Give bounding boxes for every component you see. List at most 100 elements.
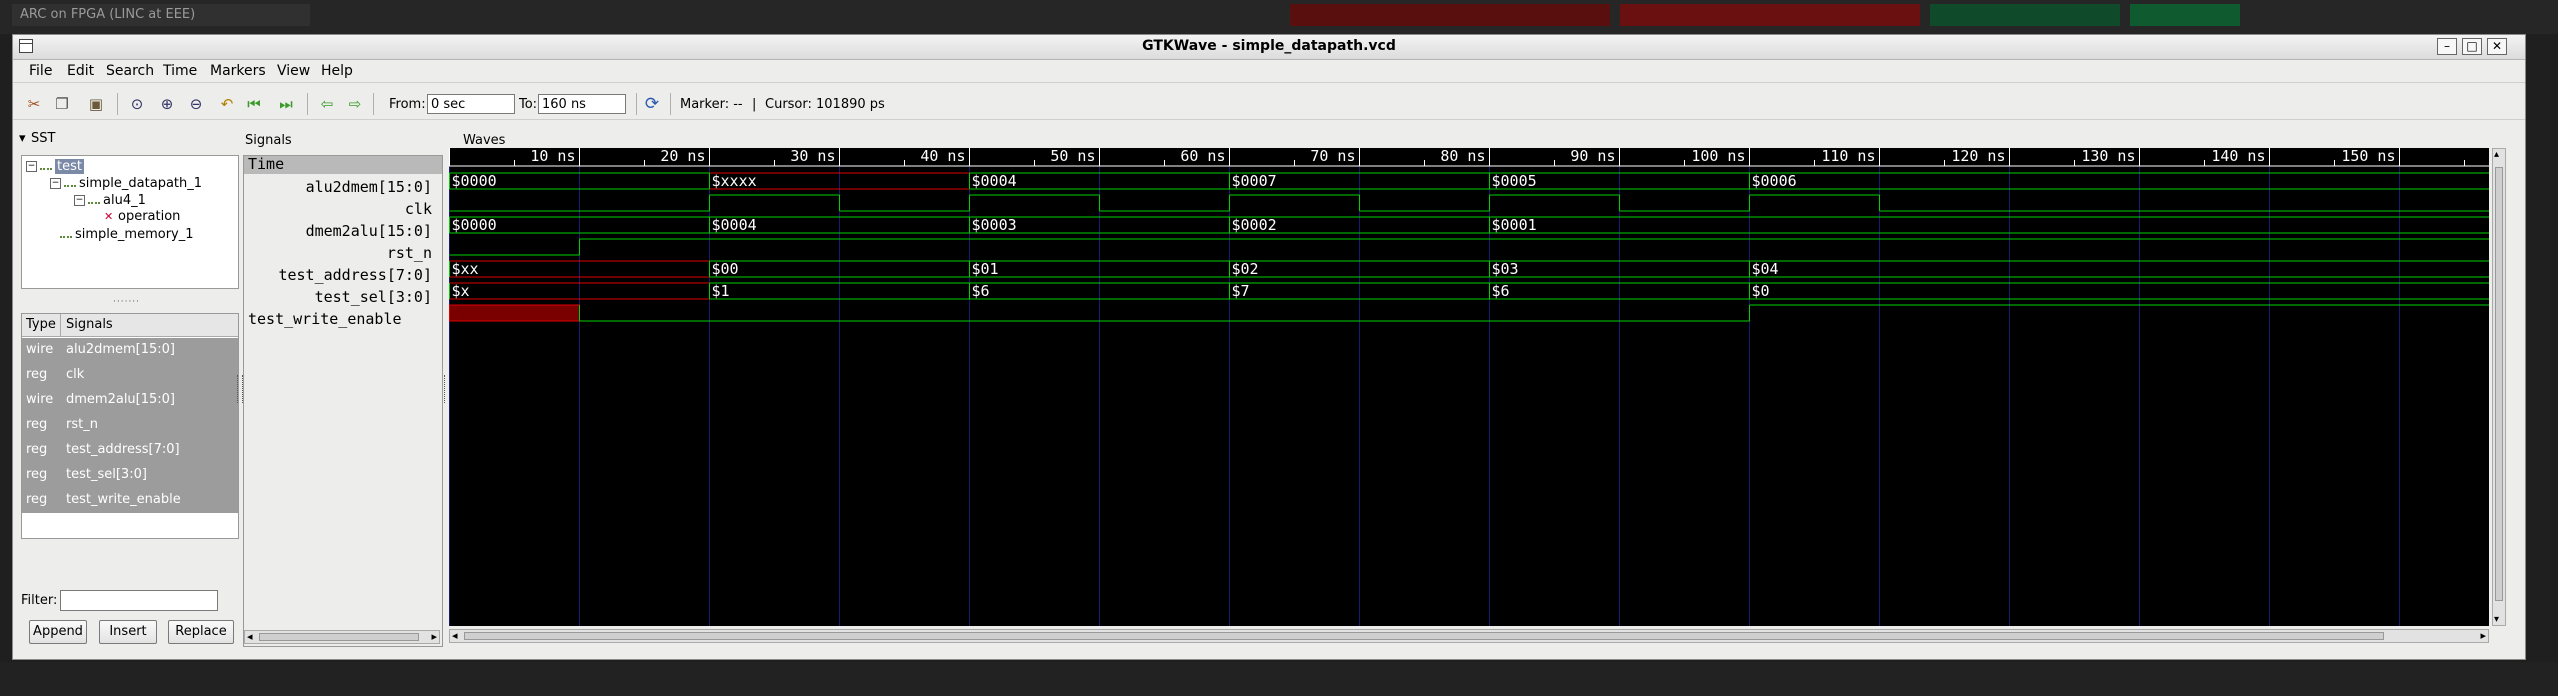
- replace-button[interactable]: Replace: [168, 620, 234, 644]
- signal-label-test-sel[interactable]: test_sel[3:0]: [315, 288, 432, 306]
- collapse-icon[interactable]: −: [26, 161, 37, 172]
- zoom-start-icon[interactable]: ⏮: [245, 95, 263, 113]
- gtkwave-window: GTKWave - simple_datapath.vcd – □ ✕ File…: [12, 34, 2526, 660]
- tree-node-test[interactable]: − test: [26, 158, 84, 174]
- cut-icon[interactable]: ✂: [25, 95, 43, 113]
- readout-separator: |: [752, 97, 757, 112]
- bus-value-label: $0004: [712, 216, 757, 234]
- tree-node-label: operation: [118, 209, 181, 224]
- type-column-header[interactable]: Type: [26, 317, 56, 332]
- from-label: From:: [389, 97, 426, 112]
- table-row[interactable]: reg test_address[7:0]: [22, 438, 238, 463]
- menu-bar: File Edit Search Time Markers View Help: [13, 60, 2525, 83]
- bus-value-label: $0006: [1752, 172, 1797, 190]
- menu-view[interactable]: View: [277, 63, 310, 79]
- minimize-button[interactable]: –: [2437, 38, 2457, 55]
- filter-input[interactable]: [60, 590, 218, 611]
- signal-type: wire: [26, 342, 54, 357]
- waves-vertical-scrollbar[interactable]: ▴ ▾: [2492, 148, 2506, 626]
- background-strip-3: [1930, 4, 2120, 26]
- bus-value-label: $6: [972, 282, 990, 300]
- menu-help[interactable]: Help: [321, 63, 353, 79]
- ruler-tick-label: 80 ns: [1440, 148, 1485, 165]
- to-time-input[interactable]: [538, 94, 626, 114]
- window-title: GTKWave - simple_datapath.vcd: [1142, 38, 1396, 54]
- bus-value-label: $xxxx: [712, 172, 757, 190]
- signal-type: reg: [26, 492, 48, 507]
- tree-node-alu4[interactable]: − alu4_1: [74, 192, 146, 208]
- title-bar[interactable]: GTKWave - simple_datapath.vcd – □ ✕: [13, 35, 2525, 60]
- from-time-input[interactable]: [427, 94, 515, 114]
- to-label: To:: [519, 97, 538, 112]
- sst-tree: − test − simple_datapath_1 − alu4_1 ✕ operat…: [21, 155, 239, 289]
- collapse-icon[interactable]: −: [74, 195, 85, 206]
- menu-markers[interactable]: Markers: [210, 63, 266, 79]
- desktop-background-top: ARC on FPGA (LINC at EEE): [0, 0, 2558, 34]
- prev-edge-icon[interactable]: ⇦: [318, 95, 336, 113]
- close-button[interactable]: ✕: [2487, 38, 2507, 55]
- signal-name: alu2dmem[15:0]: [66, 342, 176, 357]
- scroll-right-icon[interactable]: ▸: [431, 630, 437, 643]
- zoom-out-icon[interactable]: ⊖: [187, 95, 205, 113]
- signals-horizontal-scrollbar[interactable]: ◂ ▸: [244, 630, 440, 644]
- signal-label-dmem2alu[interactable]: dmem2alu[15:0]: [306, 222, 432, 240]
- zoom-in-icon[interactable]: ⊕: [158, 95, 176, 113]
- append-button[interactable]: Append: [29, 620, 87, 644]
- menu-search[interactable]: Search: [106, 63, 154, 79]
- copy-icon[interactable]: ❐: [53, 95, 71, 113]
- scroll-down-icon[interactable]: ▾: [2494, 614, 2499, 625]
- tree-node-operation[interactable]: ✕ operation: [104, 209, 180, 224]
- signals-column-header[interactable]: Signals: [66, 317, 113, 332]
- signal-label-test-address[interactable]: test_address[7:0]: [278, 266, 432, 284]
- scroll-left-icon[interactable]: ◂: [247, 630, 253, 643]
- ruler-tick-label: 110 ns: [1821, 148, 1875, 165]
- table-row[interactable]: wire dmem2alu[15:0]: [22, 388, 238, 413]
- menu-time[interactable]: Time: [163, 63, 197, 79]
- table-row[interactable]: reg rst_n: [22, 413, 238, 438]
- module-icon: [88, 192, 100, 204]
- reload-icon[interactable]: ⟳: [643, 95, 661, 113]
- tree-node-simple-memory[interactable]: simple_memory_1: [60, 226, 194, 242]
- table-row[interactable]: wire alu2dmem[15:0]: [22, 338, 238, 363]
- scrollbar-thumb[interactable]: [2495, 167, 2503, 601]
- zoom-end-icon[interactable]: ⏭: [277, 95, 295, 113]
- pane-splitter-handle[interactable]: ·······: [113, 297, 140, 307]
- signal-type: reg: [26, 467, 48, 482]
- scroll-right-icon[interactable]: ▸: [2480, 629, 2486, 642]
- menu-edit[interactable]: Edit: [67, 63, 94, 79]
- signal-label-clk[interactable]: clk: [405, 200, 432, 218]
- cursor-readout: Cursor: 101890 ps: [765, 97, 885, 112]
- waveform-display[interactable]: 010 ns20 ns30 ns40 ns50 ns60 ns70 ns80 n…: [436, 147, 2490, 626]
- table-row[interactable]: reg test_sel[3:0]: [22, 463, 238, 488]
- tree-node-simple-datapath[interactable]: − simple_datapath_1: [50, 175, 202, 191]
- signals-pane-label: Signals: [245, 133, 292, 148]
- next-edge-icon[interactable]: ⇨: [346, 95, 364, 113]
- menu-file[interactable]: File: [29, 63, 52, 79]
- scrollbar-thumb[interactable]: [464, 632, 2384, 640]
- zoom-fit-icon[interactable]: ⊙: [128, 95, 146, 113]
- ruler-tick-label: 140 ns: [2211, 148, 2265, 165]
- waves-canvas[interactable]: 010 ns20 ns30 ns40 ns50 ns60 ns70 ns80 n…: [436, 147, 2490, 626]
- scrollbar-thumb[interactable]: [259, 633, 419, 641]
- scroll-up-icon[interactable]: ▴: [2494, 149, 2499, 160]
- table-row[interactable]: reg clk: [22, 363, 238, 388]
- waves-horizontal-scrollbar[interactable]: ◂ ▸: [449, 629, 2489, 643]
- signal-type: wire: [26, 392, 54, 407]
- signal-label-rst-n[interactable]: rst_n: [387, 244, 432, 262]
- tree-node-label: test: [55, 159, 84, 174]
- sst-expander-icon[interactable]: ▾: [19, 131, 26, 146]
- signal-label-alu2dmem[interactable]: alu2dmem[15:0]: [306, 178, 432, 196]
- signal-label-test-write-enable[interactable]: test_write_enable: [248, 310, 402, 328]
- table-row[interactable]: reg test_write_enable: [22, 488, 238, 513]
- maximize-button[interactable]: □: [2462, 38, 2482, 55]
- paste-icon[interactable]: ▣: [87, 95, 105, 113]
- bus-value-label: $1: [712, 282, 730, 300]
- zoom-undo-icon[interactable]: ↶: [218, 95, 236, 113]
- insert-button[interactable]: Insert: [99, 620, 157, 644]
- signal-type: reg: [26, 367, 48, 382]
- scroll-left-icon[interactable]: ◂: [452, 629, 458, 642]
- signal-name: test_sel[3:0]: [66, 467, 147, 482]
- collapse-icon[interactable]: −: [50, 178, 61, 189]
- bus-value-label: $00: [712, 260, 739, 278]
- ruler-tick-label: 130 ns: [2081, 148, 2135, 165]
